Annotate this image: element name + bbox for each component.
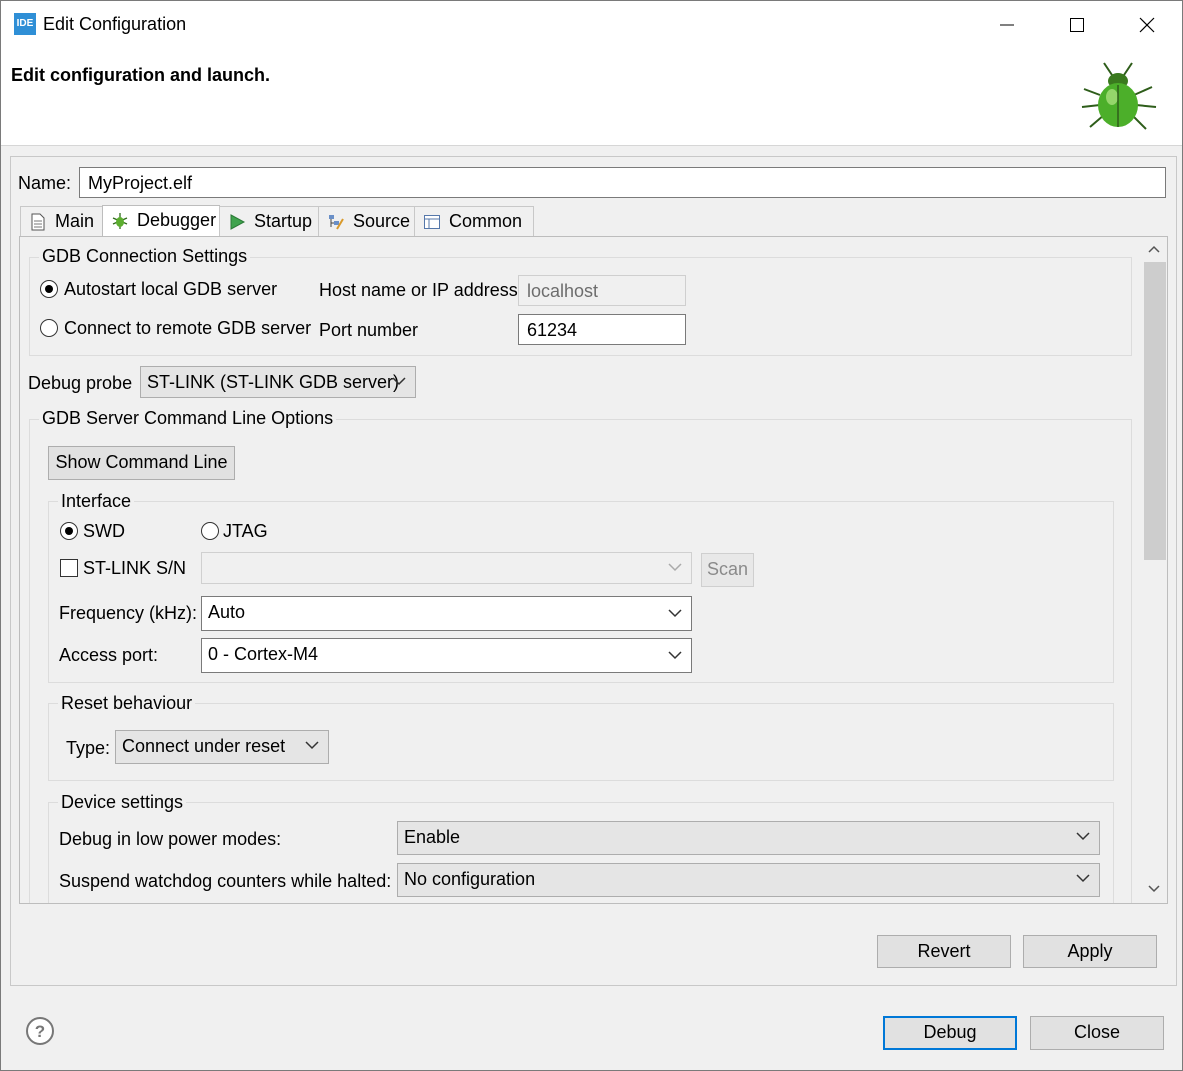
chevron-down-icon (305, 741, 319, 750)
tab-source[interactable]: Source (318, 206, 415, 236)
name-label: Name: (18, 173, 72, 193)
help-icon[interactable]: ? (25, 1016, 55, 1046)
tab-common-label: Common (449, 211, 523, 231)
minimize-icon (1000, 24, 1014, 26)
chevron-down-icon (1076, 832, 1090, 841)
table-icon (424, 215, 440, 229)
svg-text:?: ? (35, 1022, 45, 1041)
debug-bug-icon (1081, 62, 1157, 130)
document-icon (31, 213, 45, 231)
reset-type-label: Type: (66, 738, 111, 758)
watchdog-select[interactable]: No configuration (397, 863, 1100, 897)
tab-debugger-label: Debugger (137, 210, 217, 230)
close-icon (1139, 17, 1155, 33)
scrollbar-thumb[interactable] (1144, 262, 1166, 560)
show-command-line-button[interactable]: Show Command Line (48, 446, 235, 480)
tab-common[interactable]: Common (414, 206, 534, 236)
debug-probe-select[interactable]: ST-LINK (ST-LINK GDB server) (140, 366, 416, 398)
apply-button[interactable]: Apply (1023, 935, 1157, 968)
host-input[interactable]: localhost (518, 275, 686, 306)
access-port-value: 0 - Cortex-M4 (208, 644, 319, 664)
autostart-radio[interactable] (40, 280, 58, 298)
scroll-down-icon[interactable] (1146, 883, 1162, 895)
close-button[interactable]: Close (1030, 1016, 1164, 1050)
tab-main[interactable]: Main (20, 206, 103, 236)
reset-type-value: Connect under reset (122, 736, 286, 756)
stlink-sn-select[interactable] (201, 552, 692, 584)
stlink-sn-checkbox[interactable] (60, 559, 78, 577)
chevron-down-icon (1076, 874, 1090, 883)
scan-button[interactable]: Scan (701, 553, 754, 587)
dialog-header: Edit configuration and launch. (1, 49, 1182, 146)
jtag-label: JTAG (223, 521, 268, 541)
swd-radio[interactable] (60, 522, 78, 540)
gdb-connection-title: GDB Connection Settings (39, 246, 251, 267)
close-window-button[interactable] (1112, 1, 1182, 49)
debug-button[interactable]: Debug (883, 1016, 1017, 1050)
watchdog-label: Suspend watchdog counters while halted: (59, 871, 392, 891)
tab-startup-label: Startup (254, 211, 313, 231)
title-bar: IDE Edit Configuration (1, 1, 1182, 49)
remote-label: Connect to remote GDB server (64, 318, 312, 338)
swd-label: SWD (83, 521, 125, 541)
tab-source-label: Source (353, 211, 411, 231)
maximize-button[interactable] (1042, 1, 1112, 49)
ide-app-icon: IDE (14, 13, 36, 35)
frequency-label: Frequency (kHz): (59, 603, 198, 623)
maximize-icon (1070, 18, 1084, 32)
source-icon (329, 215, 344, 230)
chevron-down-icon (392, 377, 406, 386)
jtag-radio[interactable] (201, 522, 219, 540)
play-icon (230, 214, 246, 230)
name-input[interactable]: MyProject.elf (79, 167, 1166, 198)
remote-radio[interactable] (40, 319, 58, 337)
vertical-scrollbar[interactable] (1141, 237, 1167, 903)
stlink-sn-label: ST-LINK S/N (83, 558, 187, 578)
tab-debugger[interactable]: Debugger (102, 205, 220, 237)
low-power-select[interactable]: Enable (397, 821, 1100, 855)
low-power-label: Debug in low power modes: (59, 829, 282, 849)
chevron-down-icon (668, 609, 682, 618)
access-port-select[interactable]: 0 - Cortex-M4 (201, 638, 692, 673)
reset-type-select[interactable]: Connect under reset (115, 730, 329, 764)
frequency-select[interactable]: Auto (201, 596, 692, 631)
revert-button[interactable]: Revert (877, 935, 1011, 968)
access-port-label: Access port: (59, 645, 159, 665)
chevron-down-icon (668, 651, 682, 660)
device-settings-title: Device settings (58, 792, 187, 813)
tab-startup[interactable]: Startup (219, 206, 319, 236)
bug-icon (112, 213, 128, 229)
debug-probe-label: Debug probe (28, 373, 133, 393)
minimize-button[interactable] (972, 1, 1042, 49)
watchdog-value: No configuration (404, 869, 536, 889)
port-label: Port number (319, 320, 419, 340)
header-title: Edit configuration and launch. (11, 65, 270, 85)
interface-title: Interface (58, 491, 135, 512)
debugger-tab-content: GDB Connection Settings Autostart local … (19, 236, 1168, 904)
frequency-value: Auto (208, 602, 246, 622)
port-input[interactable]: 61234 (518, 314, 686, 345)
debug-probe-value: ST-LINK (ST-LINK GDB server) (147, 372, 400, 392)
gdb-server-options-title: GDB Server Command Line Options (39, 408, 337, 429)
window-title: Edit Configuration (43, 14, 187, 34)
autostart-label: Autostart local GDB server (64, 279, 278, 299)
low-power-value: Enable (404, 827, 461, 847)
edit-configuration-dialog: IDE Edit Configuration Edit configuratio… (0, 0, 1183, 1071)
chevron-down-icon (668, 563, 682, 572)
host-label: Host name or IP address (319, 280, 518, 300)
reset-behaviour-title: Reset behaviour (58, 693, 196, 714)
scroll-up-icon[interactable] (1146, 243, 1162, 255)
tab-main-label: Main (55, 211, 95, 231)
